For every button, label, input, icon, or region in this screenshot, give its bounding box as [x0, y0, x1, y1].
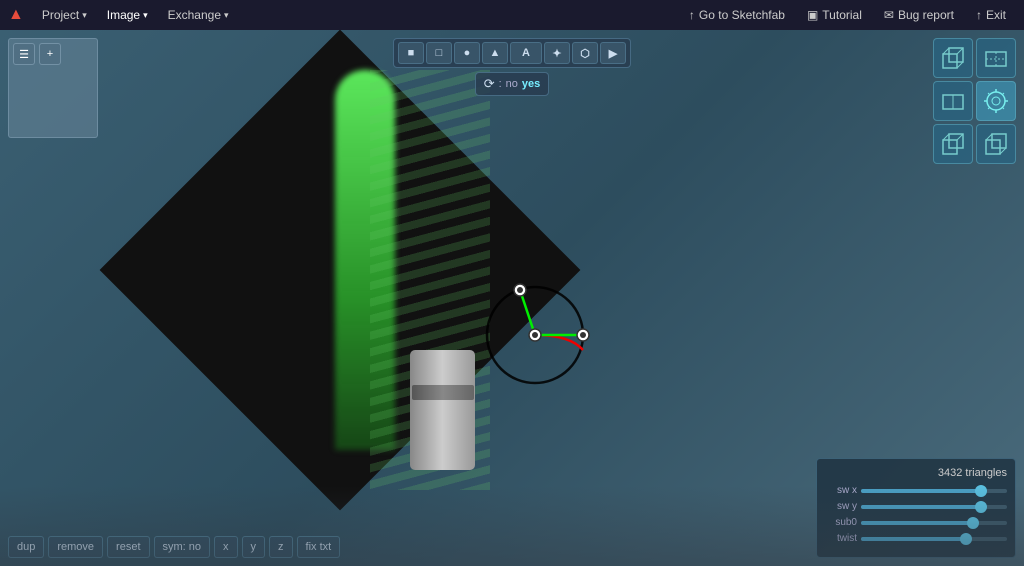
plus-icon: + — [47, 48, 53, 60]
object-area[interactable] — [100, 60, 720, 500]
view-cube — [933, 38, 1016, 164]
view-cube-bot-right[interactable] — [976, 124, 1016, 164]
tool-arrow[interactable]: ▶ — [600, 42, 626, 64]
left-panel: ☰ + — [8, 38, 98, 138]
mail-icon: ✉ — [884, 8, 894, 22]
view-cube-bot-left[interactable] — [933, 124, 973, 164]
view-cube-top-right[interactable] — [976, 38, 1016, 78]
layers-icon: ☰ — [19, 48, 29, 61]
view-cube-top-left[interactable] — [933, 38, 973, 78]
topbar: ▲ Project ▾ Image ▾ Exchange ▾ ↑ Go to S… — [0, 0, 1024, 30]
tool-hex[interactable]: ⬡ — [572, 42, 598, 64]
left-panel-toolbar: ☰ + — [9, 39, 97, 69]
app-logo: ▲ — [8, 6, 24, 24]
exit-icon: ↑ — [976, 8, 982, 22]
gizmo-svg — [470, 270, 600, 400]
sym-no-label[interactable]: no — [506, 78, 518, 90]
sym-yes-label[interactable]: yes — [522, 78, 540, 90]
floor-surface — [0, 486, 1024, 566]
sym-colon-label: : — [499, 78, 502, 90]
toolbar-sym-row: ⟳ : no yes — [475, 72, 550, 96]
nav-right-actions: ↑ Go to Sketchfab ▣ Tutorial ✉ Bug repor… — [679, 4, 1016, 26]
chevron-down-icon: ▾ — [143, 10, 148, 21]
tool-circle[interactable]: ● — [454, 42, 480, 64]
tool-star[interactable]: ✦ — [544, 42, 570, 64]
exit-button[interactable]: ↑ Exit — [966, 4, 1016, 26]
menu-exchange[interactable]: Exchange ▾ — [158, 4, 239, 26]
viewport[interactable]: ☰ + — [0, 30, 1024, 566]
upload-icon: ↑ — [689, 8, 695, 22]
view-cube-mid-left[interactable] — [933, 81, 973, 121]
chevron-down-icon: ▾ — [82, 10, 87, 21]
sym-refresh-icon: ⟳ — [484, 76, 495, 92]
chevron-down-icon: ▾ — [224, 10, 229, 21]
lightsaber-handle — [410, 350, 475, 470]
tool-triangle[interactable]: ▲ — [482, 42, 508, 64]
bug-report-button[interactable]: ✉ Bug report — [874, 4, 964, 26]
handle-detail — [412, 385, 474, 400]
tool-rect[interactable]: □ — [426, 42, 452, 64]
menu-image[interactable]: Image ▾ — [97, 4, 158, 26]
rotation-gizmo[interactable] — [470, 270, 600, 400]
toolbar-row1: ■ □ ● ▲ A ✦ ⬡ ▶ — [393, 38, 631, 68]
lightsaber-scene — [120, 70, 700, 490]
triangle-count: 3432 triangles — [825, 467, 1007, 479]
menu-project[interactable]: Project ▾ — [32, 4, 97, 26]
add-layer-button[interactable]: + — [39, 43, 61, 65]
tool-text[interactable]: A — [510, 42, 542, 64]
layers-button[interactable]: ☰ — [13, 43, 35, 65]
toolbar: ■ □ ● ▲ A ✦ ⬡ ▶ ⟳ : no yes — [393, 38, 631, 96]
sketchfab-button[interactable]: ↑ Go to Sketchfab — [679, 4, 795, 26]
tutorial-button[interactable]: ▣ Tutorial — [797, 4, 872, 26]
book-icon: ▣ — [807, 8, 818, 22]
tool-square[interactable]: ■ — [398, 42, 424, 64]
view-cube-mid-center[interactable] — [976, 81, 1016, 121]
